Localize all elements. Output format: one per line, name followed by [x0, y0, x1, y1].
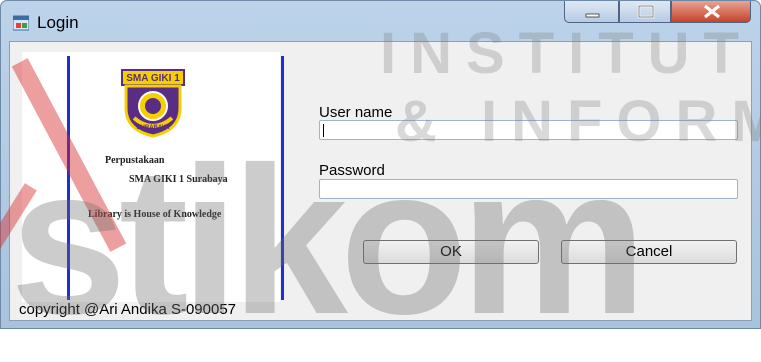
- username-input[interactable]: [319, 120, 738, 140]
- logo-lower-text: SURABAYA: [137, 125, 171, 131]
- minimize-icon: [585, 13, 600, 18]
- password-input[interactable]: [319, 179, 738, 199]
- maximize-button[interactable]: [619, 1, 671, 23]
- school-logo: SMA GIKI 1 SURABAYA: [121, 69, 185, 138]
- copyright-text: copyright @Ari Andika S-090057: [19, 301, 237, 318]
- username-label: User name: [319, 104, 393, 121]
- close-button[interactable]: [671, 1, 751, 23]
- ok-button[interactable]: OK: [363, 240, 539, 264]
- password-label: Password: [319, 162, 385, 179]
- close-icon: [704, 4, 720, 19]
- title-bar[interactable]: Login: [1, 1, 760, 41]
- right-blue-rule: [281, 56, 284, 300]
- text-caret: [323, 124, 324, 138]
- minimize-button[interactable]: [564, 1, 619, 23]
- form-client-area: SMA GIKI 1 SURABAYA Perpustakaan SMA GIK…: [9, 41, 752, 321]
- app-form-icon: [13, 15, 29, 31]
- cancel-button[interactable]: Cancel: [561, 240, 737, 264]
- brand-panel: SMA GIKI 1 SURABAYA Perpustakaan SMA GIK…: [22, 52, 284, 302]
- school-label: SMA GIKI 1 Surabaya: [129, 174, 228, 185]
- window-title: Login: [37, 13, 79, 32]
- maximize-icon: [637, 4, 655, 19]
- left-blue-rule: [67, 56, 70, 300]
- logo-text: SMA GIKI 1: [126, 73, 180, 84]
- library-label: Perpustakaan: [105, 155, 165, 166]
- login-window: Login SMA GIKI 1 SURABAYA Perpustakaan S…: [0, 0, 761, 329]
